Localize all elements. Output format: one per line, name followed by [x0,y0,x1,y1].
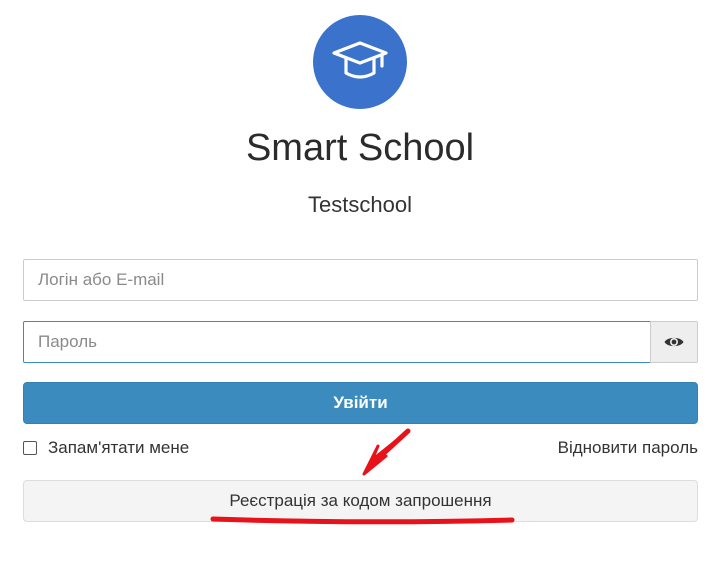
school-name: Testschool [308,192,412,217]
login-page: Smart School Testschool Увійти Запам'ята… [0,0,720,576]
graduation-cap-icon [332,41,388,79]
remember-me[interactable]: Запам'ятати мене [23,437,189,459]
register-by-invite-button[interactable]: Реєстрація за кодом запрошення [23,480,698,522]
app-title: Smart School [245,127,475,169]
show-password-button[interactable] [650,321,698,363]
annotation-arrow [362,429,410,476]
annotation-arrow-shaft [369,428,411,467]
forgot-password-link[interactable]: Відновити пароль [558,437,698,459]
login-button[interactable]: Увійти [23,382,698,424]
password-input[interactable] [23,321,651,363]
app-logo [313,15,407,109]
eye-icon [664,337,684,347]
remember-me-checkbox[interactable] [23,441,37,455]
remember-me-label: Запам'ятати мене [48,438,190,457]
login-input[interactable] [23,259,698,301]
